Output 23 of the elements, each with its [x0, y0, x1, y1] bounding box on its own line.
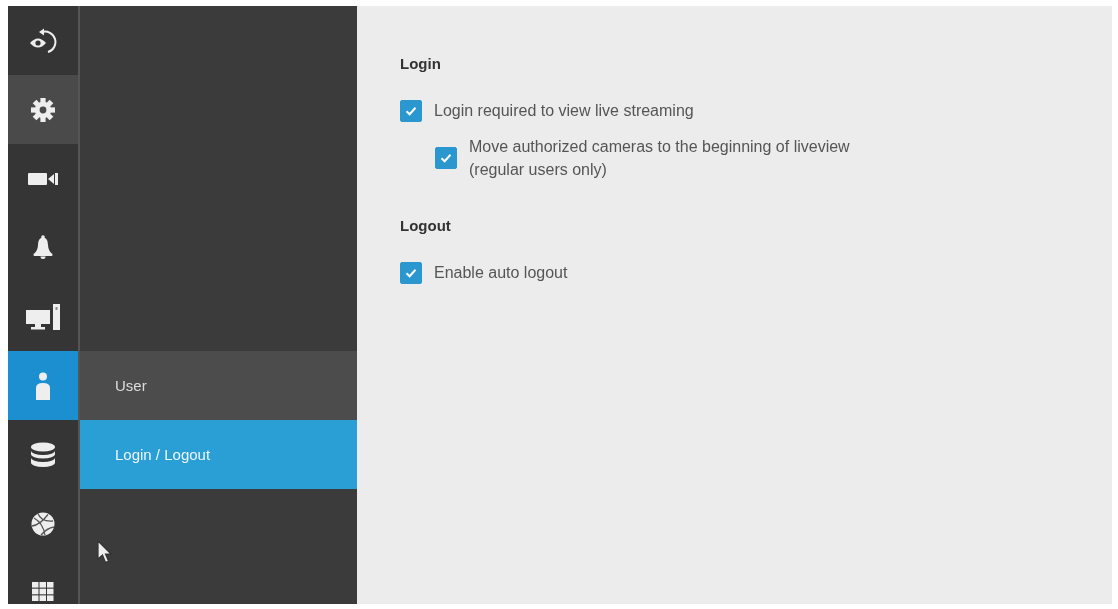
checkmark-icon [405, 105, 417, 116]
checkbox[interactable] [400, 99, 422, 122]
bell-icon [31, 235, 55, 260]
computer-icon [26, 303, 60, 330]
submenu-item[interactable]: User [80, 351, 357, 420]
checkbox[interactable] [435, 147, 457, 169]
section-heading: Logout [400, 216, 451, 236]
person-icon [35, 371, 51, 400]
nav-rail-item[interactable] [8, 75, 78, 144]
section-heading: Login [400, 54, 441, 74]
eye-refresh-icon [29, 27, 57, 54]
checkmark-icon [405, 267, 417, 278]
checkbox-label: Enable auto logout [434, 263, 568, 283]
globe-icon [31, 511, 55, 536]
checkmark-icon [440, 153, 452, 163]
database-icon [30, 441, 56, 468]
cursor-icon [97, 540, 113, 564]
grid-icon [32, 582, 54, 601]
checkbox-label: Move authorized cameras to the beginning of liveview (regular users only) [469, 137, 850, 180]
settings-icon [31, 97, 55, 122]
video-camera-icon [28, 170, 58, 187]
checkbox-label: Login required to view live streaming [434, 101, 694, 121]
checkbox[interactable] [400, 261, 422, 284]
